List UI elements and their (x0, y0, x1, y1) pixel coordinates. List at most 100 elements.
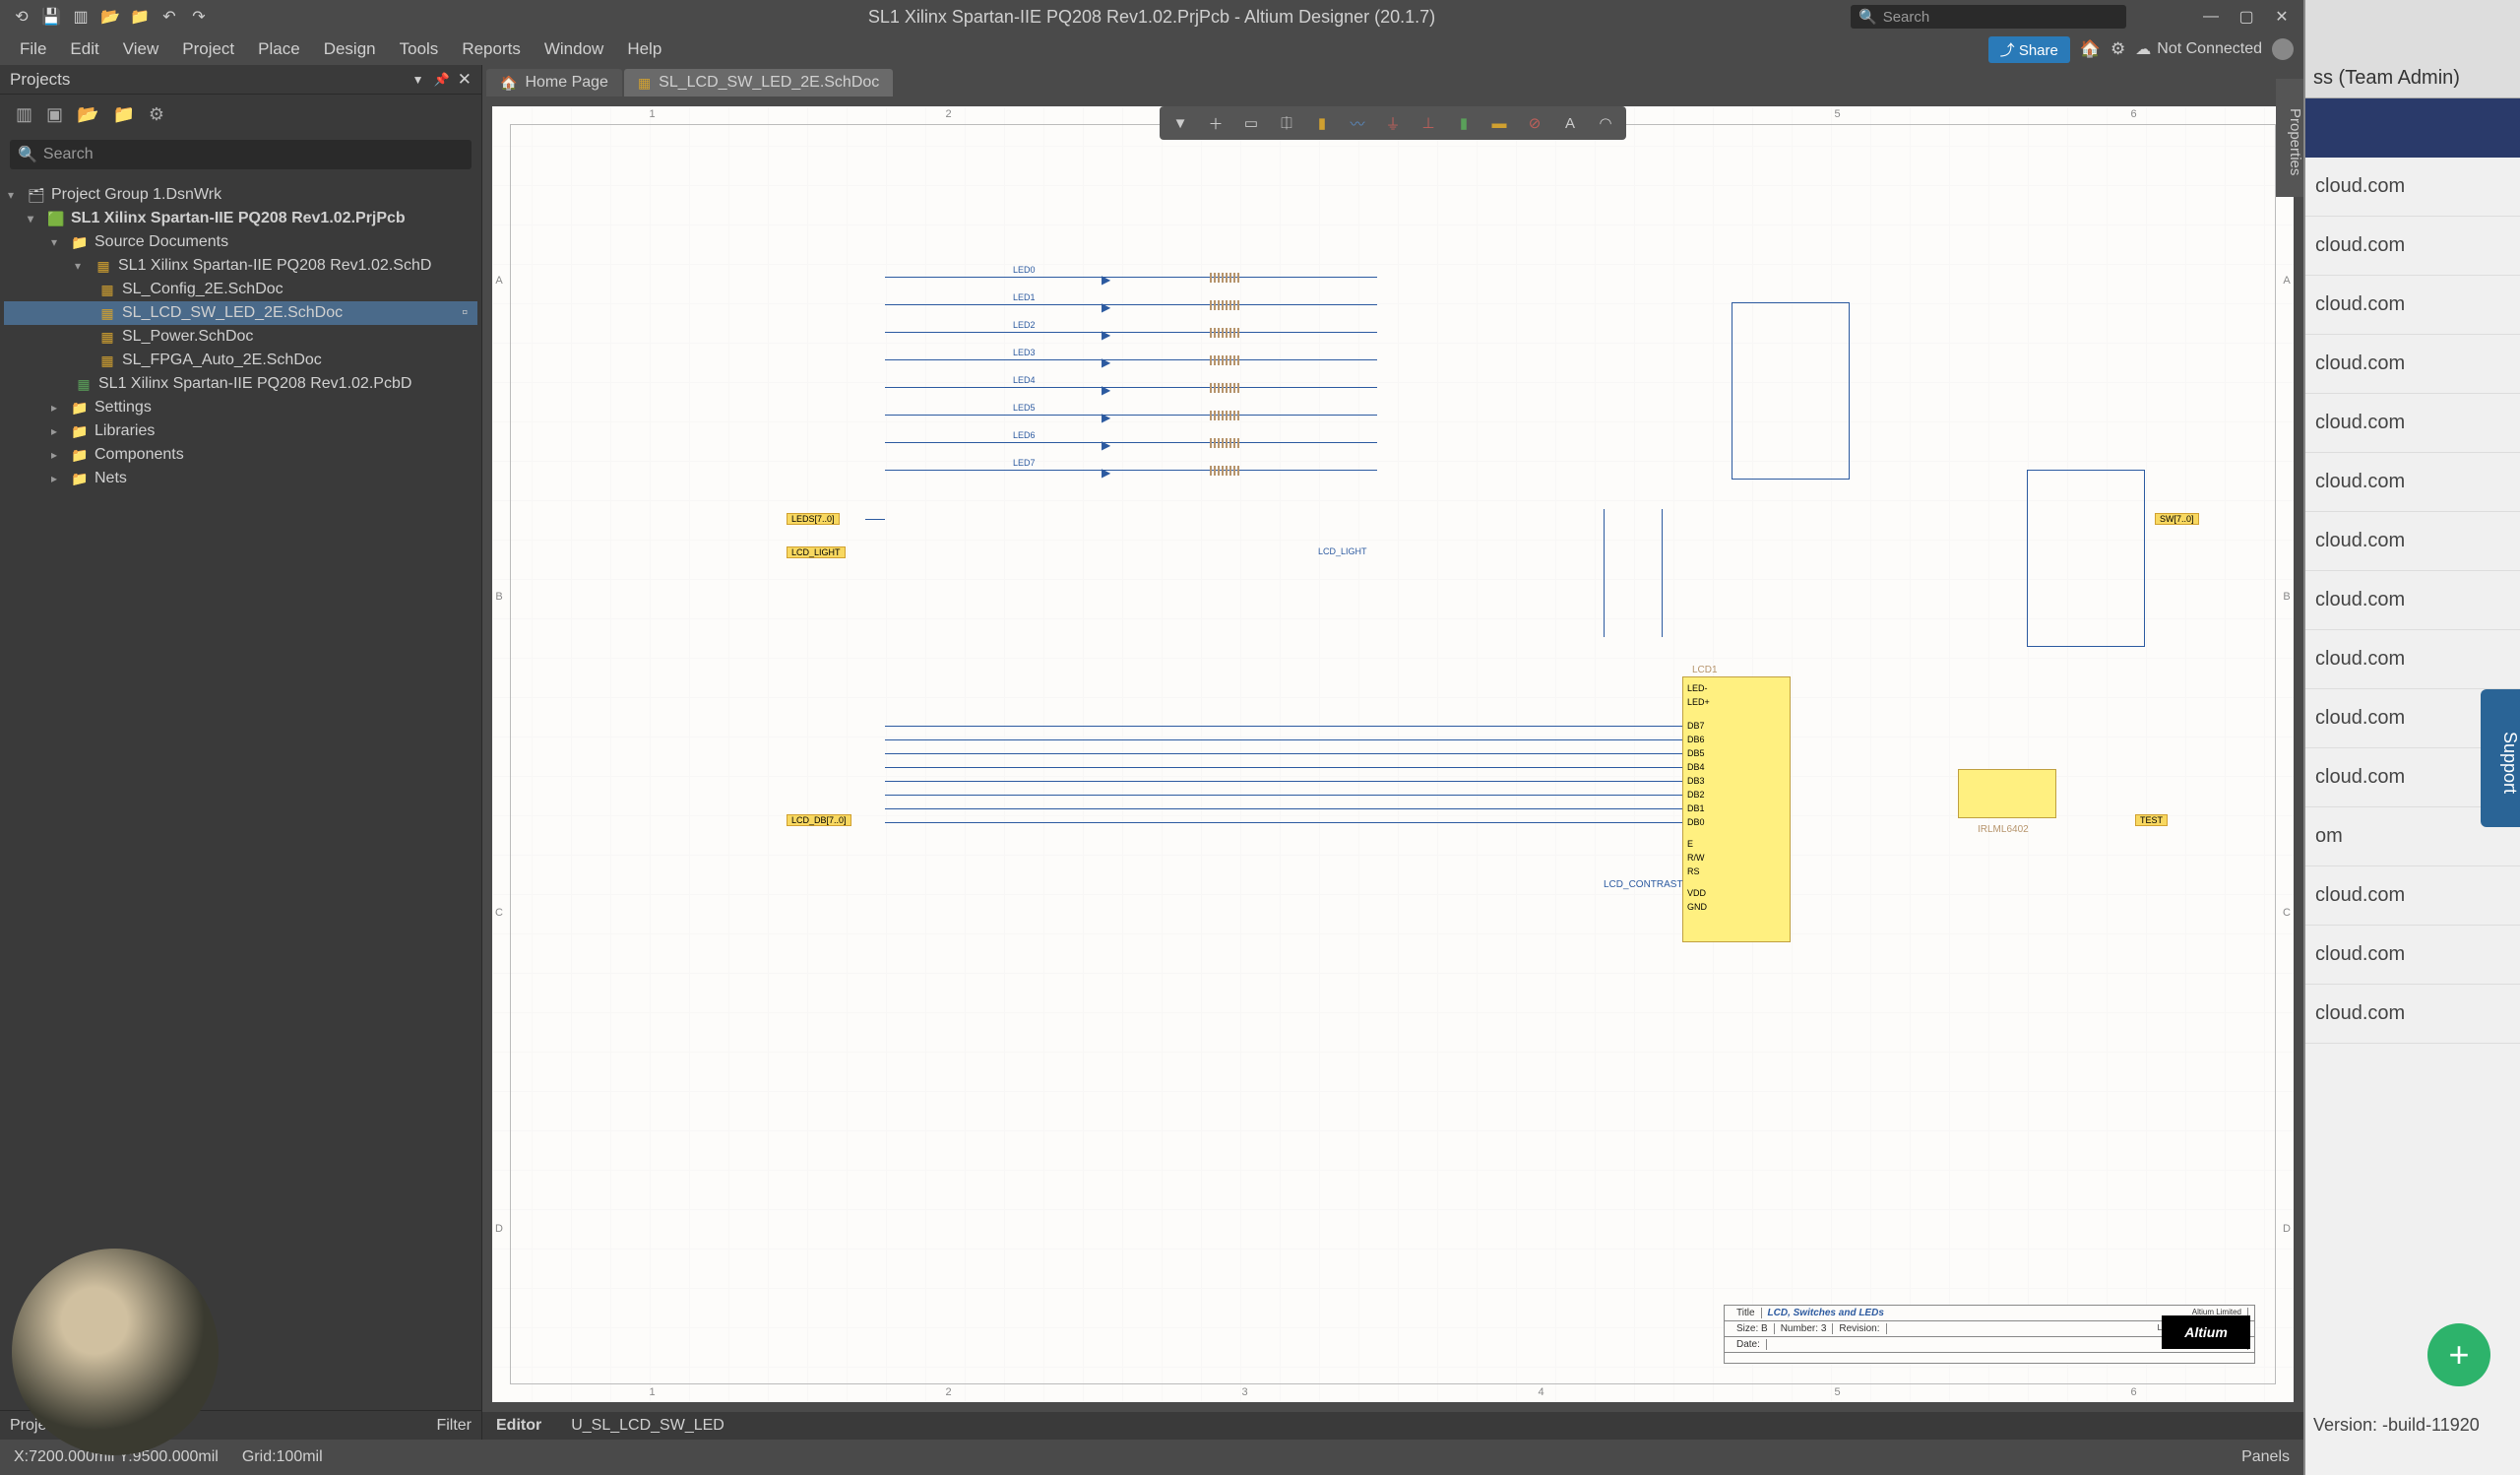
connection-status[interactable]: ☁ Not Connected (2135, 39, 2262, 59)
redo-icon[interactable]: ↷ (187, 5, 211, 29)
search-placeholder: Search (1883, 9, 1930, 26)
support-tab[interactable]: Support (2481, 689, 2520, 827)
tree-project[interactable]: ▾ 🟩 SL1 Xilinx Spartan-IIE PQ208 Rev1.02… (4, 207, 477, 230)
panels-button[interactable]: Panels (2241, 1448, 2290, 1466)
expand-icon[interactable]: ▸ (51, 401, 65, 415)
menu-bar: File Edit View Project Place Design Tool… (0, 33, 2303, 65)
folder-open-icon[interactable]: 📂 (77, 104, 98, 125)
settings-gear-icon[interactable]: ⚙ (149, 104, 164, 125)
menu-help[interactable]: Help (615, 35, 673, 63)
tree-folder-components[interactable]: ▸ 📁 Components (4, 443, 477, 467)
layers-icon[interactable]: ▥ (69, 5, 93, 29)
net-label-leds: LEDS[7..0] (787, 513, 840, 525)
menu-project[interactable]: Project (170, 35, 246, 63)
error-icon[interactable]: ⊘ (1522, 110, 1547, 136)
tree-folder-libraries[interactable]: ▸ 📁 Libraries (4, 419, 477, 443)
editor-footer: Editor U_SL_LCD_SW_LED (482, 1412, 2303, 1440)
expand-icon[interactable]: ▾ (28, 212, 41, 225)
share-button[interactable]: ⤴ Share (1988, 36, 2070, 63)
expand-icon[interactable]: ▸ (51, 424, 65, 438)
bg-row: cloud.com (2305, 217, 2520, 276)
tree-pcbdoc[interactable]: ▦ SL1 Xilinx Spartan-IIE PQ208 Rev1.02.P… (4, 372, 477, 396)
active-bar-toolbar: ▼ ＋ ▭ ⎅ ▮ 〰 ⏚ ⊥ ▮ ▬ ⊘ A ◠ (1160, 106, 1626, 140)
expand-icon[interactable]: ▾ (8, 188, 22, 202)
align-icon[interactable]: ⎅ (1274, 110, 1299, 136)
minimize-button[interactable]: — (2195, 5, 2227, 29)
webcam-overlay (12, 1249, 219, 1455)
add-fab-button[interactable]: + (2427, 1323, 2490, 1386)
dropdown-icon[interactable]: ▼ (412, 73, 424, 87)
tree-schdoc[interactable]: ▦ SL_FPGA_Auto_2E.SchDoc (4, 349, 477, 372)
menu-tools[interactable]: Tools (388, 35, 451, 63)
tree-schdoc[interactable]: ▦ SL_Power.SchDoc (4, 325, 477, 349)
filter-tab[interactable]: Filter (436, 1417, 472, 1435)
menu-file[interactable]: File (8, 35, 58, 63)
menu-place[interactable]: Place (246, 35, 312, 63)
pcb-icon: ▦ (75, 376, 93, 393)
power-icon[interactable]: ⏚ (1380, 110, 1406, 136)
tree-folder-nets[interactable]: ▸ 📁 Nets (4, 467, 477, 490)
sch-icon: ▦ (94, 258, 112, 275)
bg-row: cloud.com (2305, 158, 2520, 217)
component-icon[interactable]: ▮ (1309, 110, 1335, 136)
lcd-contrast-net: LCD_CONTRAST (1604, 879, 1683, 890)
net-label-sw: SW[7..0] (2155, 513, 2199, 525)
box-icon[interactable]: ▣ (46, 104, 63, 125)
add-icon[interactable]: ＋ (1203, 110, 1228, 136)
file-icon[interactable]: ▥ (16, 104, 32, 125)
pin-icon[interactable]: 📌 (434, 72, 450, 88)
rect-icon[interactable]: ▭ (1238, 110, 1264, 136)
open-icon[interactable]: 📂 (98, 5, 122, 29)
port-icon[interactable]: ▮ (1451, 110, 1477, 136)
menu-design[interactable]: Design (312, 35, 388, 63)
tree-folder-settings[interactable]: ▸ 📁 Settings (4, 396, 477, 419)
bg-row: cloud.com (2305, 512, 2520, 571)
gear-icon[interactable]: ⚙ (2110, 39, 2125, 59)
menu-window[interactable]: Window (533, 35, 615, 63)
tree-source-docs[interactable]: ▾ 📁 Source Documents (4, 230, 477, 254)
window-title: SL1 Xilinx Spartan-IIE PQ208 Rev1.02.Prj… (868, 7, 1435, 28)
menu-edit[interactable]: Edit (58, 35, 110, 63)
ground-icon[interactable]: ⊥ (1416, 110, 1441, 136)
netlabel-icon[interactable]: ▬ (1486, 110, 1512, 136)
sch-icon: ▦ (98, 282, 116, 298)
tree-schdoc-selected[interactable]: ▦ SL_LCD_SW_LED_2E.SchDoc ▫ (4, 301, 477, 325)
tree-schdoc[interactable]: ▦ SL_Config_2E.SchDoc (4, 278, 477, 301)
projects-search[interactable]: 🔍 Search (10, 140, 472, 169)
close-button[interactable]: ✕ (2266, 5, 2298, 29)
filter-icon[interactable]: ▼ (1167, 110, 1193, 136)
expand-icon[interactable]: ▸ (51, 472, 65, 485)
close-panel-icon[interactable]: ✕ (458, 70, 472, 90)
menu-view[interactable]: View (111, 35, 171, 63)
expand-icon[interactable]: ▾ (51, 235, 65, 249)
bg-row: cloud.com (2305, 453, 2520, 512)
altium-logo: Altium (2162, 1315, 2250, 1349)
tree-group[interactable]: ▾ 🗂 Project Group 1.DsnWrk (4, 183, 477, 207)
tab-home[interactable]: 🏠 Home Page (486, 69, 622, 96)
bg-row: cloud.com (2305, 335, 2520, 394)
home-icon[interactable]: 🏠 (2080, 39, 2101, 59)
tree-schdoc[interactable]: ▾ ▦ SL1 Xilinx Spartan-IIE PQ208 Rev1.02… (4, 254, 477, 278)
global-search[interactable]: 🔍 Search (1851, 5, 2126, 29)
project-icon: 🟩 (47, 211, 65, 227)
text-icon[interactable]: A (1557, 110, 1583, 136)
save-icon[interactable]: 💾 (39, 5, 63, 29)
menu-reports[interactable]: Reports (450, 35, 533, 63)
folder-icon[interactable]: 📁 (128, 5, 152, 29)
user-avatar[interactable] (2272, 38, 2294, 60)
group-icon: 🗂 (28, 187, 45, 204)
properties-panel-tab[interactable]: Properties (2276, 79, 2303, 197)
wire-icon[interactable]: 〰 (1345, 110, 1370, 136)
folder-add-icon[interactable]: 📁 (112, 104, 134, 125)
mosfet-block (1604, 509, 1663, 637)
lcd-bus-block (885, 726, 1682, 883)
expand-icon[interactable]: ▾ (75, 259, 89, 273)
editor-area: 🏠 Home Page ▦ SL_LCD_SW_LED_2E.SchDoc ▼ … (482, 65, 2303, 1440)
arc-icon[interactable]: ◠ (1593, 110, 1618, 136)
tab-schdoc[interactable]: ▦ SL_LCD_SW_LED_2E.SchDoc (624, 69, 893, 96)
undo-icon[interactable]: ↶ (158, 5, 181, 29)
maximize-button[interactable]: ▢ (2231, 5, 2262, 29)
expand-icon[interactable]: ▸ (51, 448, 65, 462)
schematic-canvas[interactable]: 123456 123456 ABCD ABCD LED0 LED1 LED2 L… (492, 106, 2294, 1402)
test-switch-block (1958, 769, 2056, 818)
